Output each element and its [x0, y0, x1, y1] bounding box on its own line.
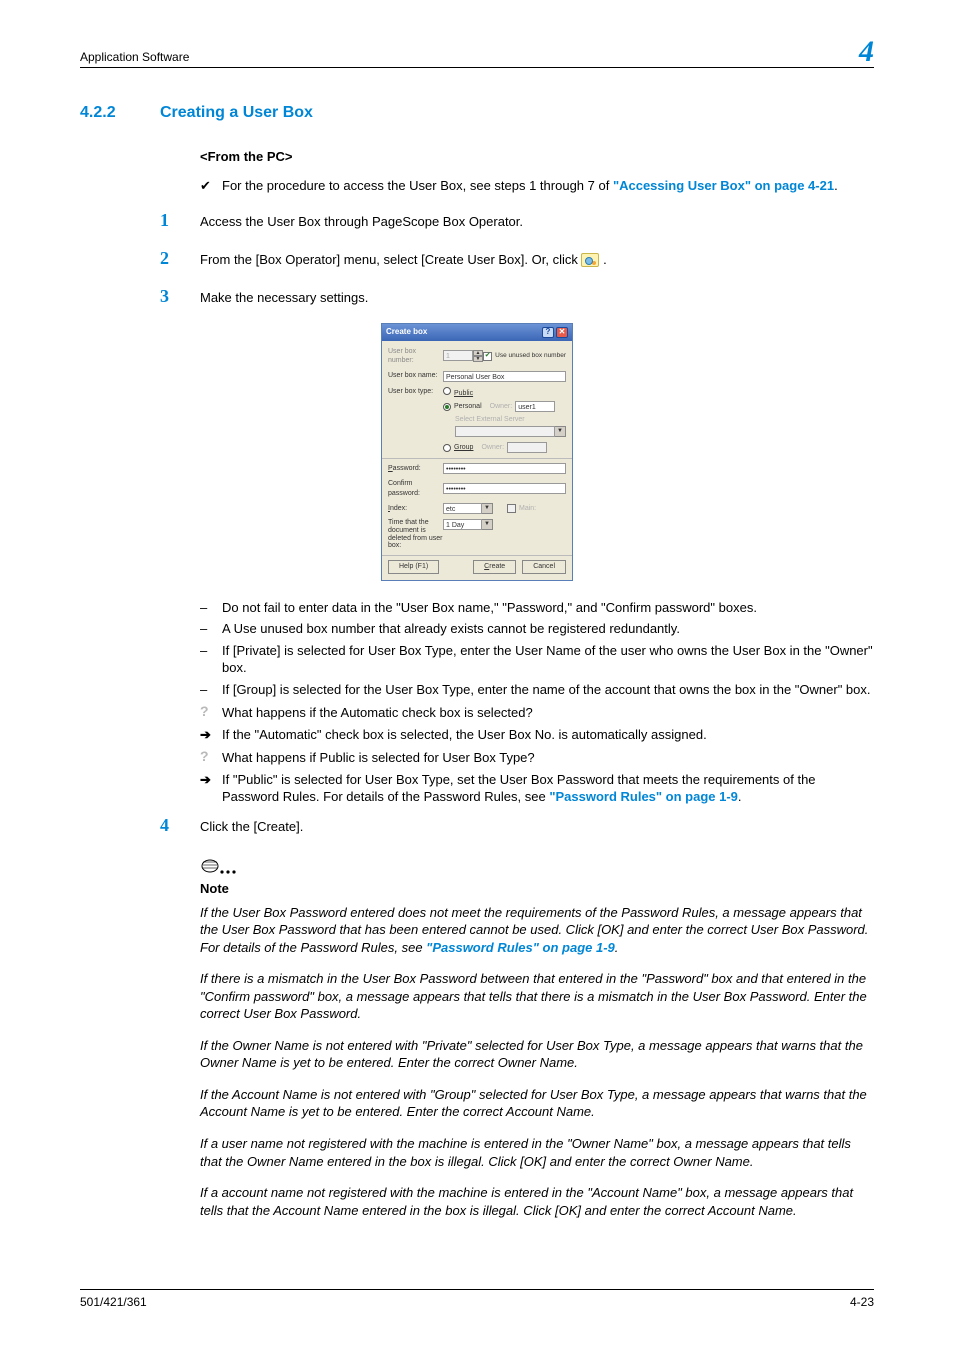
note-line: If [Private] is selected for User Box Ty…: [222, 642, 874, 677]
radio-group[interactable]: [443, 444, 451, 452]
dash-icon: –: [200, 620, 222, 638]
label-password: Password:: [388, 464, 443, 473]
label-use-unused: Use unused box number: [495, 352, 566, 361]
check-icon: ✔: [200, 177, 222, 195]
arrow-icon: ➔: [200, 771, 222, 789]
section-title: Creating a User Box: [160, 104, 313, 121]
step-number: 1: [160, 211, 200, 229]
label-delete-time: Time that the document is deleted from u…: [388, 519, 443, 550]
chevron-down-icon[interactable]: ▼: [482, 519, 493, 530]
label-main: Main:: [519, 504, 536, 513]
create-box-dialog: Create box ? ✕ User box number: 1 ▲▼ ✔ U…: [381, 323, 573, 581]
create-button[interactable]: Create: [473, 560, 516, 573]
note-line: If [Group] is selected for the User Box …: [222, 681, 874, 699]
confirm-password-input[interactable]: ••••••••: [443, 483, 566, 494]
note-title: Note: [200, 880, 874, 898]
label-confirm-password: Confirm password:: [388, 479, 443, 498]
note-question: What happens if the Automatic check box …: [222, 704, 874, 722]
label-userbox-number: User box number:: [388, 347, 443, 366]
link-accessing-user-box[interactable]: "Accessing User Box" on page 4-21: [613, 178, 834, 193]
label-userbox-type: User box type:: [388, 387, 443, 396]
question-icon: ?: [200, 704, 222, 718]
footer-right: 4-23: [850, 1294, 874, 1310]
close-icon[interactable]: ✕: [556, 327, 568, 338]
page-footer: 501/421/361 4-23: [80, 1289, 874, 1310]
note-paragraph: If there is a mismatch in the User Box P…: [200, 970, 874, 1023]
step-3: 3 Make the necessary settings.: [200, 289, 874, 307]
radio-public[interactable]: [443, 387, 451, 395]
chapter-number: 4: [859, 38, 874, 65]
step-text: Access the User Box through PageScope Bo…: [200, 213, 874, 231]
section-heading: 4.2.2Creating a User Box: [80, 102, 874, 124]
group-owner-input[interactable]: [507, 442, 547, 453]
link-password-rules[interactable]: "Password Rules" on page 1-9: [426, 940, 615, 955]
note-line: Do not fail to enter data in the "User B…: [222, 599, 874, 617]
radio-personal[interactable]: [443, 403, 451, 411]
running-header: Application Software 4: [80, 38, 874, 68]
step-text: Click the [Create].: [200, 818, 874, 836]
question-icon: ?: [200, 749, 222, 763]
index-select[interactable]: etc: [443, 503, 482, 514]
password-input[interactable]: ••••••••: [443, 463, 566, 474]
step-text: Make the necessary settings.: [200, 289, 874, 307]
intro-paragraph: For the procedure to access the User Box…: [222, 177, 874, 195]
label-index: Index:: [388, 504, 443, 513]
help-button[interactable]: Help (F1): [388, 560, 439, 573]
chevron-down-icon[interactable]: ▼: [555, 426, 566, 437]
step-4: 4 Click the [Create].: [200, 818, 874, 836]
dialog-title: Create box: [386, 327, 427, 338]
cancel-button[interactable]: Cancel: [522, 560, 566, 573]
note-paragraph: If the User Box Password entered does no…: [200, 904, 874, 957]
step-number: 2: [160, 249, 200, 267]
note-paragraph: If a user name not registered with the m…: [200, 1135, 874, 1170]
create-box-icon: [581, 253, 599, 267]
section-name: Application Software: [80, 49, 189, 65]
note-icon: [200, 856, 236, 876]
footer-left: 501/421/361: [80, 1294, 147, 1310]
note-paragraph: If the Owner Name is not entered with "P…: [200, 1037, 874, 1072]
link-password-rules[interactable]: "Password Rules" on page 1-9: [549, 789, 738, 804]
step-1: 1 Access the User Box through PageScope …: [200, 213, 874, 231]
step-number: 4: [160, 816, 200, 834]
step-number: 3: [160, 287, 200, 305]
dash-icon: –: [200, 642, 222, 660]
dash-icon: –: [200, 599, 222, 617]
note-answer: If the "Automatic" check box is selected…: [222, 726, 874, 744]
help-icon[interactable]: ?: [542, 327, 554, 338]
note-answer: If "Public" is selected for User Box Typ…: [222, 771, 874, 806]
note-question: What happens if Public is selected for U…: [222, 749, 874, 767]
main-checkbox[interactable]: [507, 504, 516, 513]
note-paragraph: If a account name not registered with th…: [200, 1184, 874, 1219]
step-2: 2 From the [Box Operator] menu, select […: [200, 251, 874, 269]
chevron-down-icon[interactable]: ▼: [482, 503, 493, 514]
note-paragraph: If the Account Name is not entered with …: [200, 1086, 874, 1121]
dash-icon: –: [200, 681, 222, 699]
note-line: A Use unused box number that already exi…: [222, 620, 874, 638]
spinner-buttons[interactable]: ▲▼: [473, 350, 483, 362]
use-unused-checkbox[interactable]: ✔: [483, 352, 492, 361]
section-number: 4.2.2: [80, 102, 160, 124]
userbox-name-input[interactable]: Personal User Box: [443, 371, 566, 382]
dialog-titlebar: Create box ? ✕: [382, 324, 572, 341]
delete-time-select[interactable]: 1 Day: [443, 519, 482, 530]
userbox-number-input[interactable]: 1: [443, 350, 473, 361]
arrow-icon: ➔: [200, 726, 222, 744]
external-server-select[interactable]: [455, 426, 555, 437]
label-select-external: Select External Server: [455, 415, 566, 424]
subheading-from-pc: <From the PC>: [200, 148, 874, 166]
owner-input[interactable]: user1: [515, 401, 555, 412]
step-text: From the [Box Operator] menu, select [Cr…: [200, 251, 874, 269]
label-userbox-name: User box name:: [388, 371, 443, 380]
